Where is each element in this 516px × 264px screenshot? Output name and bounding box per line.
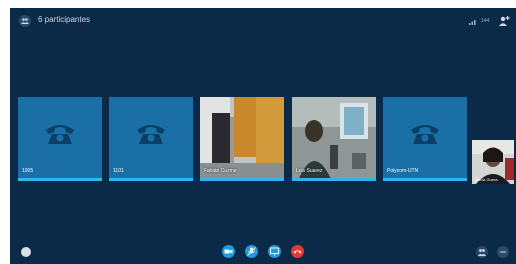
phone-icon <box>46 125 74 144</box>
phone-icon <box>411 125 439 144</box>
participant-name: Luis Suarez <box>296 168 323 174</box>
microphone-muted-icon <box>247 247 256 256</box>
active-indicator <box>200 178 284 181</box>
chat-icon[interactable] <box>21 247 31 257</box>
phone-icon <box>137 125 165 144</box>
participant-video-tile[interactable]: Fabián Cuzme <box>200 97 284 181</box>
active-indicator <box>292 178 376 181</box>
more-options-button[interactable] <box>497 246 509 258</box>
participants-count[interactable]: 6 participantes <box>38 15 90 24</box>
participant-video-tile[interactable]: Luis Suarez <box>292 97 376 181</box>
people-icon <box>478 249 486 256</box>
participant-name: Fabián Cuzme <box>204 168 237 174</box>
more-icon <box>500 251 506 253</box>
call-stage: 6 participantes 144 1005 1101 Fabián Cuz… <box>10 8 516 264</box>
video-camera-icon <box>224 249 233 254</box>
self-name: Ghicia Guera <box>474 177 498 182</box>
active-indicator <box>109 178 193 181</box>
active-indicator <box>18 178 102 181</box>
add-participant-icon[interactable] <box>498 15 510 27</box>
layout-button[interactable] <box>476 246 488 258</box>
screen-share-icon <box>270 247 279 256</box>
share-screen-button[interactable] <box>268 245 281 258</box>
hang-up-icon <box>293 250 302 254</box>
participant-tile[interactable]: Polycom-UTN <box>383 97 467 181</box>
participant-name: 1005 <box>22 168 34 174</box>
video-toggle-button[interactable] <box>222 245 235 258</box>
hang-up-button[interactable] <box>291 245 304 258</box>
signal-strength-icon <box>469 20 476 25</box>
active-indicator <box>383 178 467 181</box>
mute-button[interactable] <box>245 245 258 258</box>
participant-tile[interactable]: 1101 <box>109 97 193 181</box>
call-header: 6 participantes 144 <box>10 8 516 34</box>
participant-tile[interactable]: 1005 <box>18 97 102 181</box>
participant-name: Polycom-UTN <box>387 168 419 174</box>
participant-name: 1101 <box>113 168 124 174</box>
participants-icon[interactable] <box>19 15 31 27</box>
self-view[interactable]: Ghicia Guera <box>472 140 514 184</box>
quality-label: 144 <box>481 18 490 24</box>
